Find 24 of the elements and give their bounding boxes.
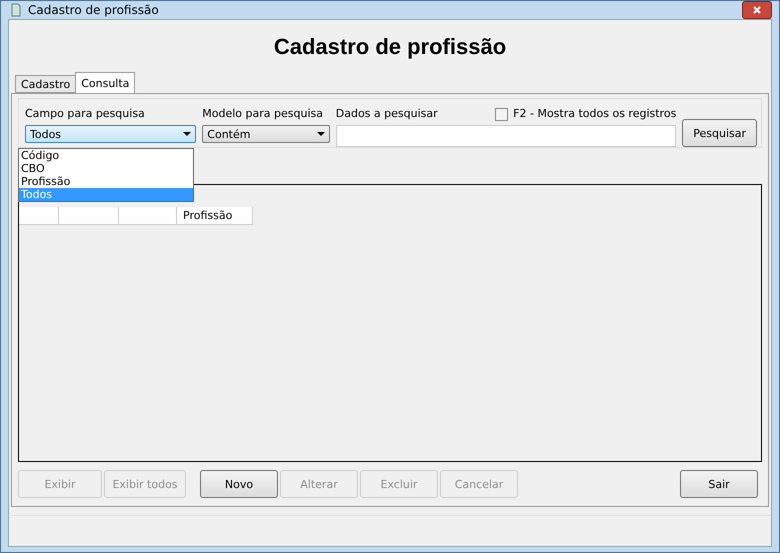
exit-button[interactable]: Sair [680, 470, 758, 498]
app-icon [10, 3, 22, 17]
search-input[interactable] [336, 125, 676, 147]
close-icon [753, 6, 761, 14]
show-all-label: F2 - Mostra todos os registros [513, 107, 676, 121]
model-label: Modelo para pesquisa [202, 107, 324, 121]
page-heading: Cadastro de profissão [272, 34, 508, 61]
field-label: Campo para pesquisa [25, 107, 146, 121]
caret-icon [183, 132, 192, 136]
tab[interactable]: Consulta [75, 72, 136, 93]
header-cell [119, 207, 177, 225]
caret-icon [316, 132, 325, 136]
action-button[interactable]: Novo [200, 470, 278, 498]
search-model-dropdown[interactable]: Contém [202, 125, 330, 143]
search-field-dropdown[interactable]: Todos [25, 125, 196, 143]
data-label: Dados a pesquisar [336, 107, 438, 121]
window-title: Cadastro de profissão [28, 3, 159, 17]
header-cell [59, 207, 119, 225]
close-button[interactable] [742, 1, 772, 19]
show-all-checkbox[interactable] [495, 108, 508, 120]
column-header[interactable]: Profissão [177, 207, 253, 225]
tab[interactable]: Cadastro [15, 75, 76, 93]
header-cell [19, 207, 59, 225]
search-button[interactable]: Pesquisar [682, 119, 757, 147]
